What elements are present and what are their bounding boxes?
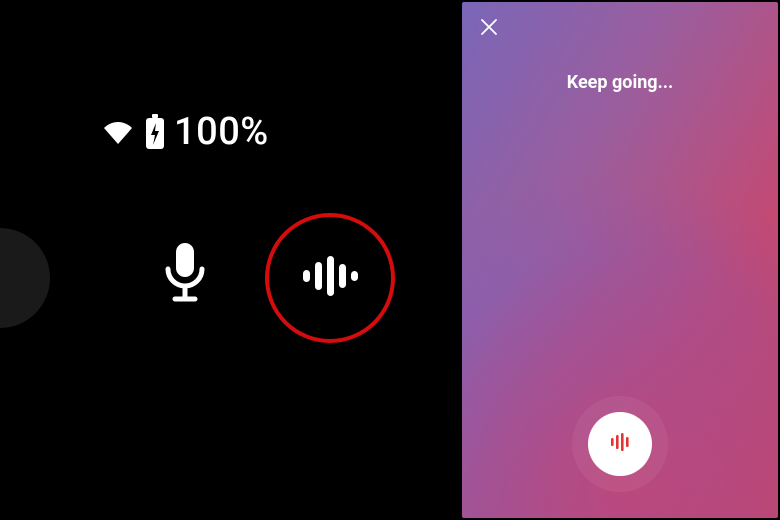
- battery-charging-icon: [144, 114, 166, 150]
- left-edge-handle[interactable]: [0, 228, 50, 328]
- voice-input-button[interactable]: [145, 235, 225, 315]
- close-icon: [480, 18, 498, 40]
- listening-indicator-button[interactable]: [588, 412, 652, 476]
- wifi-icon: [100, 118, 136, 146]
- sound-bars-small-icon: [610, 433, 630, 455]
- microphone-icon: [162, 241, 208, 309]
- listening-prompt: Keep going...: [462, 72, 778, 93]
- highlight-circle: [265, 213, 395, 343]
- listening-screen: Keep going...: [462, 2, 778, 518]
- battery-percent-text: 100%: [174, 110, 269, 154]
- sound-bars-icon: [301, 254, 359, 302]
- close-button[interactable]: [476, 16, 502, 42]
- song-identify-button[interactable]: [269, 217, 391, 339]
- screenshot-stage: 100%: [0, 0, 780, 520]
- status-bar: 100%: [100, 110, 269, 154]
- left-panel: 100%: [0, 0, 460, 520]
